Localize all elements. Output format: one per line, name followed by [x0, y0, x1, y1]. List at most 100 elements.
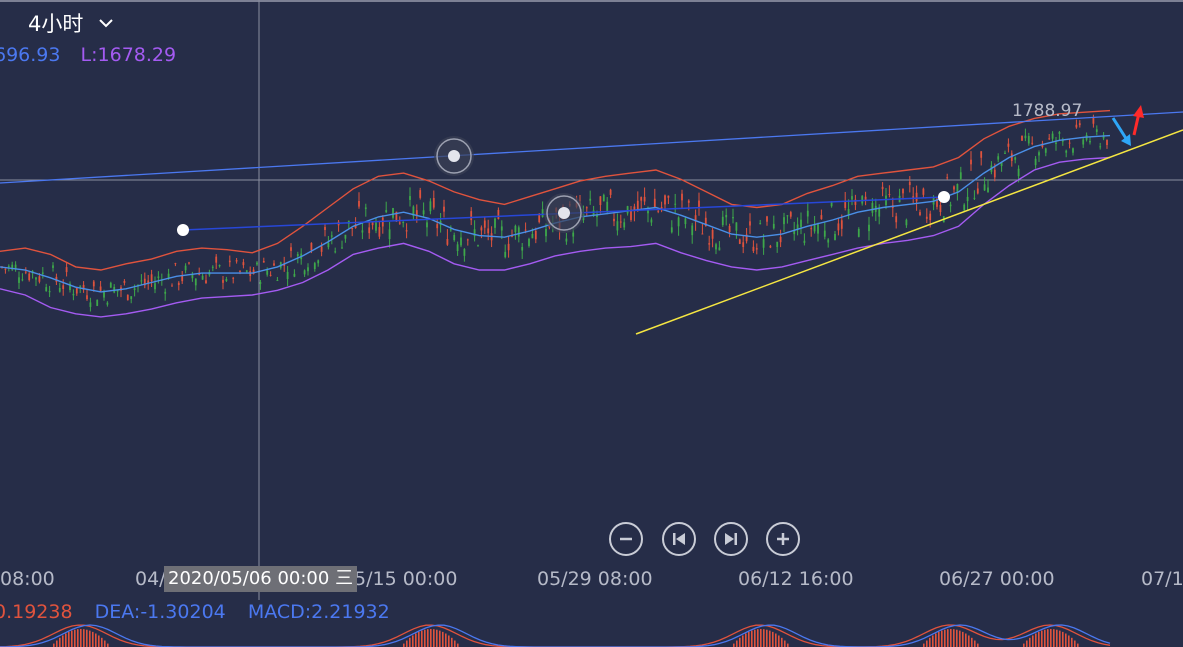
- candle-body: [653, 198, 656, 208]
- trendline-handle[interactable]: [544, 193, 584, 233]
- macd-histogram-bar: [104, 640, 106, 647]
- resistance-trendline[interactable]: [0, 111, 1183, 184]
- candle-body: [1004, 152, 1006, 154]
- x-tick-label: 06/27 00:00: [939, 568, 1055, 590]
- macd-histogram-bar: [83, 629, 85, 647]
- candle-body: [109, 282, 112, 288]
- candle-body: [48, 290, 51, 293]
- candlestick-chart[interactable]: 1788.97: [0, 0, 1183, 647]
- candle-body: [800, 219, 802, 227]
- candle-body: [1099, 146, 1102, 148]
- candle-body: [1106, 140, 1108, 146]
- macd-histogram-bar: [1053, 629, 1055, 647]
- macd-histogram-bar: [1038, 631, 1040, 647]
- candle-body: [840, 220, 843, 229]
- zoom-in-button[interactable]: [766, 522, 800, 556]
- candle-body: [79, 285, 82, 287]
- timeframe-selector[interactable]: 4小时: [28, 8, 115, 38]
- macd-histogram-bar: [71, 630, 73, 647]
- crosshair-date-label: 2020/05/06 00:00 三: [164, 566, 358, 592]
- candle-body: [96, 299, 99, 306]
- macd-histogram-bar: [1029, 637, 1031, 647]
- macd-histogram-bar: [451, 637, 453, 647]
- candle-body: [847, 209, 850, 215]
- candle-body: [776, 241, 779, 247]
- candle-body: [164, 291, 167, 294]
- macd-histogram-bar: [74, 629, 76, 647]
- candle-body: [28, 273, 31, 281]
- macd-histogram-bar: [77, 629, 79, 647]
- candle-body: [684, 218, 687, 225]
- candle-body: [786, 215, 789, 217]
- candle-body: [837, 223, 840, 231]
- macd-dea-line: [0, 624, 1111, 647]
- macd-histogram-bar: [748, 631, 750, 647]
- macd-histogram-bar: [424, 629, 426, 647]
- candle-body: [718, 247, 721, 251]
- support-trendline[interactable]: [635, 129, 1183, 335]
- candle-body: [371, 222, 374, 226]
- trendline-handle[interactable]: [434, 136, 474, 176]
- candle-body: [483, 220, 486, 228]
- macd-histogram-bar: [62, 635, 64, 647]
- candle-body: [517, 227, 520, 237]
- candle-body: [222, 279, 224, 283]
- candle-body: [728, 225, 731, 233]
- zoom-out-button[interactable]: [609, 522, 643, 556]
- candle-body: [772, 223, 775, 229]
- macd-histogram-bar: [778, 635, 780, 647]
- trendline-anchor-point[interactable]: [938, 191, 950, 203]
- candle-body: [820, 215, 823, 220]
- macd-histogram-bar: [965, 633, 967, 647]
- candle-body: [691, 225, 694, 236]
- boll-mid-value: 696.93: [0, 44, 61, 66]
- candle-body: [130, 296, 133, 300]
- candle-body: [324, 227, 326, 231]
- macd-histogram-bar: [1047, 629, 1049, 647]
- trendline-anchor-point[interactable]: [177, 224, 189, 236]
- candle-body: [211, 266, 214, 268]
- candle-body: [534, 230, 537, 240]
- macd-histogram-bar: [1041, 630, 1043, 647]
- candle-body: [1007, 143, 1010, 147]
- candle-body: [21, 279, 24, 281]
- candle-body: [500, 226, 503, 231]
- candle-body: [1017, 168, 1020, 177]
- candle-body: [993, 169, 996, 178]
- candle-body: [844, 201, 847, 208]
- macd-histogram-bar: [1026, 640, 1028, 647]
- candle-body: [1078, 123, 1081, 126]
- candle-body: [885, 195, 887, 206]
- macd-histogram-bar: [80, 629, 82, 647]
- candle-body: [456, 244, 459, 252]
- candle-body: [538, 215, 541, 223]
- candle-body: [528, 238, 530, 246]
- candle-body: [218, 265, 221, 267]
- candle-body: [749, 221, 751, 226]
- macd-histogram-bar: [436, 629, 438, 647]
- macd-histogram-bar: [1074, 640, 1076, 647]
- candle-body: [980, 151, 983, 158]
- candle-body: [650, 219, 653, 223]
- candle-body: [677, 217, 680, 227]
- band-line-lower: [0, 156, 1111, 318]
- candle-body: [466, 239, 469, 241]
- step-back-button[interactable]: [662, 522, 696, 556]
- candle-body: [868, 224, 870, 232]
- candle-body: [388, 229, 391, 240]
- candle-body: [640, 197, 643, 201]
- candle-body: [92, 281, 95, 287]
- macd-histogram-bar: [742, 635, 744, 647]
- candle-body: [619, 221, 622, 223]
- candle-body: [245, 270, 248, 272]
- candle-body: [1051, 133, 1054, 139]
- step-forward-button[interactable]: [714, 522, 748, 556]
- candle-body: [398, 222, 401, 224]
- candle-body: [504, 251, 507, 258]
- candle-body: [834, 233, 836, 240]
- macd-histogram-bar: [1062, 631, 1064, 647]
- candle-body: [463, 249, 466, 256]
- macd-histogram-bar: [962, 631, 964, 647]
- macd-histogram-bar: [1065, 633, 1067, 647]
- candle-body: [426, 222, 428, 228]
